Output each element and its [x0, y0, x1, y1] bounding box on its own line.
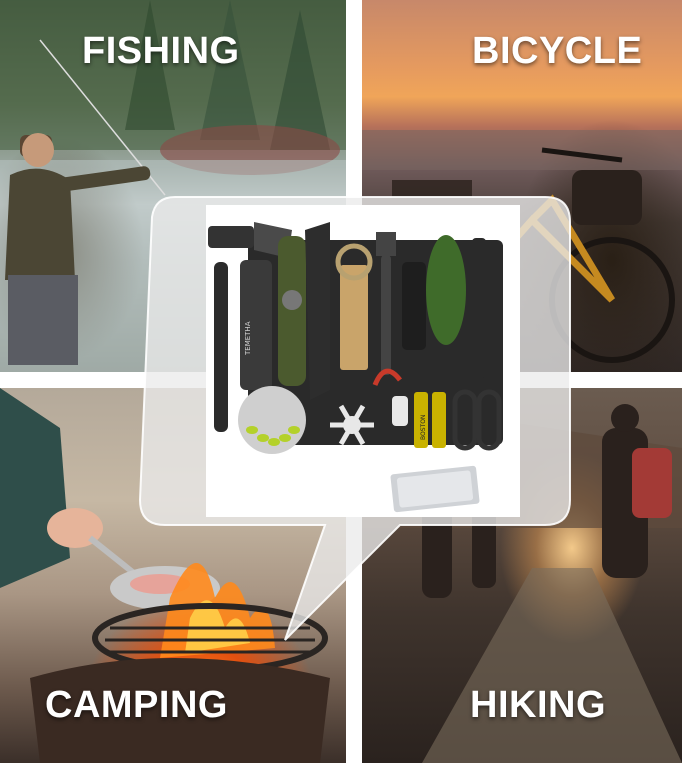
rope-cutter-icon — [372, 368, 402, 387]
camping-label: CAMPING — [45, 684, 228, 726]
bicycle-photo: BICYCLE — [362, 0, 682, 372]
fishing-photo: FISHING — [0, 0, 346, 372]
hiking-photo: HIKING — [362, 388, 682, 763]
hiking-label: HIKING — [470, 684, 606, 726]
fishing-label: FISHING — [82, 30, 240, 72]
camping-photo: CAMPING — [0, 388, 346, 763]
bicycle-label: BICYCLE — [472, 30, 643, 72]
